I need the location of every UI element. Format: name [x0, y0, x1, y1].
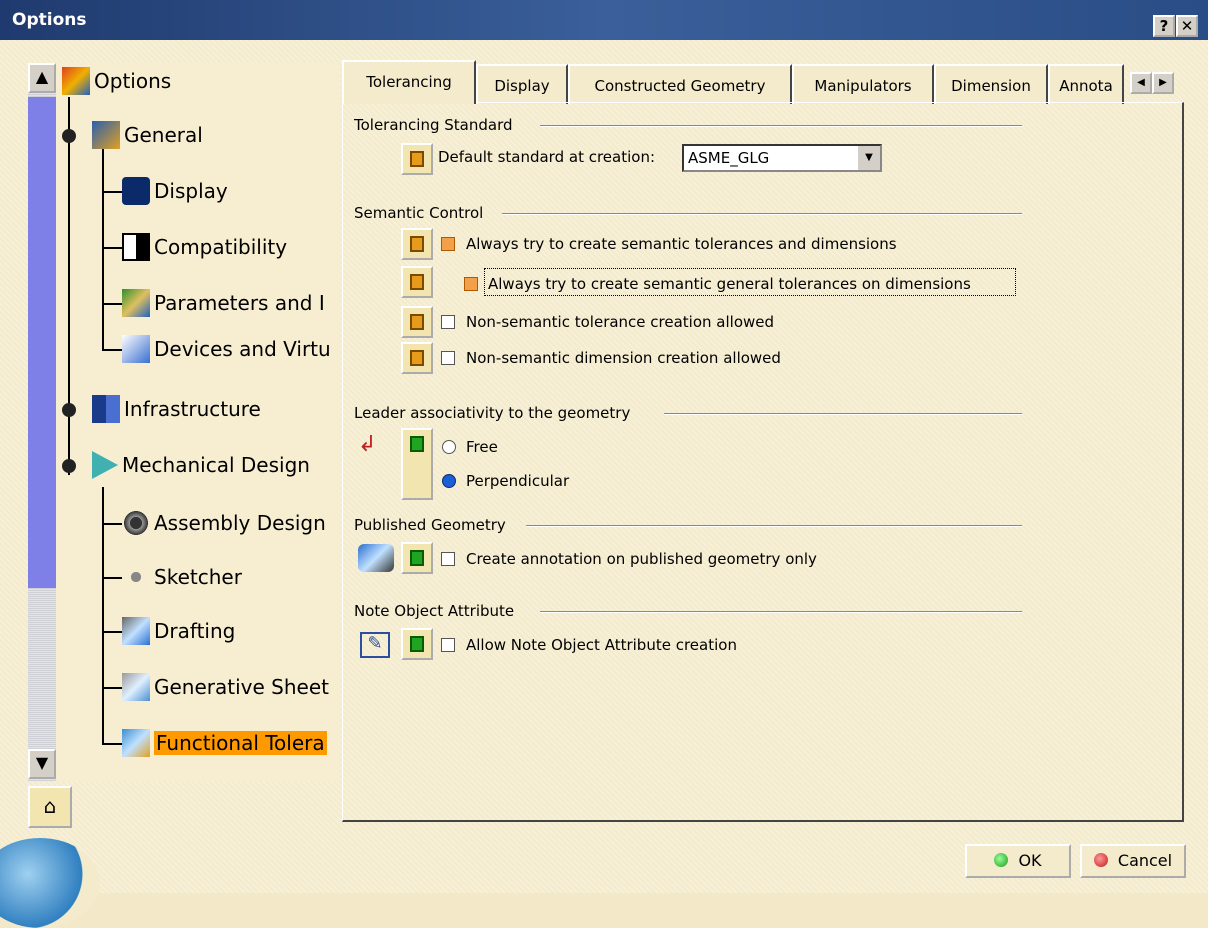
tree-scrollbar[interactable]: ▲ ▼: [28, 63, 56, 781]
lock-icon: [410, 274, 424, 290]
tab-dimension[interactable]: Dimension: [934, 64, 1048, 104]
lock-icon: [410, 236, 424, 252]
mechanical-icon: [92, 450, 118, 479]
cancel-icon: [1093, 852, 1108, 867]
devices-icon: [122, 334, 150, 363]
sheet-icon: [122, 672, 150, 701]
ok-icon: [994, 852, 1009, 867]
general-icon: [92, 120, 120, 149]
tree-item-drafting[interactable]: Drafting: [122, 613, 235, 649]
ok-button[interactable]: OK: [965, 844, 1071, 878]
tree-item-assembly-design[interactable]: Assembly Design: [122, 505, 326, 541]
home-button[interactable]: ⌂: [28, 786, 72, 828]
published-geometry-label: Create annotation on published geometry …: [466, 550, 817, 568]
help-button[interactable]: ?: [1153, 15, 1175, 37]
semantic-tolerances-label: Always try to create semantic tolerances…: [466, 235, 897, 253]
published-geometry-checkbox[interactable]: [441, 552, 455, 566]
tree-item-mechanical-design[interactable]: Mechanical Design: [92, 447, 310, 483]
perpendicular-radio[interactable]: [442, 474, 456, 488]
tree-item-generative-sheet[interactable]: Generative Sheet: [122, 669, 329, 705]
tab-scroll-right-icon[interactable]: ▶: [1152, 72, 1174, 94]
drafting-icon: [122, 616, 150, 645]
lock-default-standard-button[interactable]: [401, 143, 433, 175]
chevron-down-icon[interactable]: ▼: [856, 146, 880, 170]
unlock-icon: [410, 636, 424, 652]
scrollbar-thumb[interactable]: [28, 97, 56, 588]
tab-manipulators[interactable]: Manipulators: [792, 64, 934, 104]
note-object-title: Note Object Attribute: [354, 602, 515, 620]
scroll-down-icon[interactable]: ▼: [28, 749, 56, 779]
unlock-icon: [410, 550, 424, 566]
lock-icon: [410, 350, 424, 366]
tab-scroll-left-icon[interactable]: ◀: [1130, 72, 1152, 94]
title-bar: Options ? ✕: [0, 0, 1208, 40]
tree-item-functional-tolerancing[interactable]: Functional Tolera: [122, 725, 327, 761]
semantic-control-title: Semantic Control: [354, 204, 484, 222]
published-geometry-icon: [358, 544, 394, 572]
note-icon: ✎: [360, 632, 390, 658]
close-button[interactable]: ✕: [1176, 15, 1198, 37]
sketcher-icon: [122, 562, 150, 591]
unlock-icon: [410, 436, 424, 452]
lock-semantic-tolerances-button[interactable]: [401, 228, 433, 260]
tree-item-display[interactable]: Display: [122, 173, 228, 209]
default-standard-select[interactable]: ASME_GLG ▼: [682, 144, 882, 172]
note-object-label: Allow Note Object Attribute creation: [466, 636, 737, 654]
lock-leader-button[interactable]: [401, 428, 433, 500]
lock-icon: [410, 314, 424, 330]
home-icon: ⌂: [43, 794, 57, 818]
lock-nonsemantic-tolerance-button[interactable]: [401, 306, 433, 338]
leader-icon: ↲: [358, 432, 377, 457]
tree-item-devices[interactable]: Devices and Virtu: [122, 331, 331, 367]
nonsemantic-tolerance-label: Non-semantic tolerance creation allowed: [466, 313, 775, 331]
lock-note-button[interactable]: [401, 628, 433, 660]
assembly-icon: [122, 508, 150, 537]
general-tolerances-checkbox[interactable]: [464, 277, 478, 291]
perpendicular-label: Perpendicular: [466, 472, 570, 490]
tab-tolerancing[interactable]: Tolerancing: [342, 60, 476, 104]
infrastructure-icon: [92, 394, 120, 423]
tree-item-options[interactable]: Options: [62, 63, 171, 99]
lock-icon: [410, 151, 424, 167]
options-icon: [62, 66, 90, 95]
tree-item-compatibility[interactable]: Compatibility: [122, 229, 287, 265]
general-tolerances-label: Always try to create semantic general to…: [488, 275, 971, 293]
leader-title: Leader associativity to the geometry: [354, 404, 631, 422]
tree-item-sketcher[interactable]: Sketcher: [122, 559, 242, 595]
tree-item-general[interactable]: General: [92, 117, 203, 153]
selected-tree-label: Functional Tolera: [154, 731, 327, 755]
free-label: Free: [466, 438, 498, 456]
collapse-mechanical-icon[interactable]: [62, 459, 76, 473]
nonsemantic-tolerance-checkbox[interactable]: [441, 315, 455, 329]
lock-nonsemantic-dimension-button[interactable]: [401, 342, 433, 374]
scroll-up-icon[interactable]: ▲: [28, 63, 56, 93]
parameters-icon: [122, 288, 150, 317]
tab-constructed-geometry[interactable]: Constructed Geometry: [568, 64, 792, 104]
tree-item-infrastructure[interactable]: Infrastructure: [92, 391, 261, 427]
functional-tolerancing-icon: [122, 728, 150, 757]
note-object-checkbox[interactable]: [441, 638, 455, 652]
lock-published-button[interactable]: [401, 542, 433, 574]
nonsemantic-dimension-checkbox[interactable]: [441, 351, 455, 365]
tab-annotation[interactable]: Annota: [1048, 64, 1124, 104]
tab-display[interactable]: Display: [476, 64, 568, 104]
semantic-tolerances-checkbox[interactable]: [441, 237, 455, 251]
expand-infrastructure-icon[interactable]: [62, 403, 76, 417]
cancel-button[interactable]: Cancel: [1080, 844, 1186, 878]
default-standard-label: Default standard at creation:: [438, 148, 656, 166]
lock-general-tolerances-button[interactable]: [401, 266, 433, 298]
tolerancing-standard-title: Tolerancing Standard: [354, 116, 513, 134]
collapse-general-icon[interactable]: [62, 129, 76, 143]
window-title: Options: [12, 10, 87, 30]
display-icon: [122, 176, 150, 205]
options-tree: Options General Display Compatibility Pa…: [56, 63, 340, 781]
tree-item-parameters[interactable]: Parameters and I: [122, 285, 325, 321]
compatibility-icon: [122, 232, 150, 261]
published-geometry-title: Published Geometry: [354, 516, 506, 534]
nonsemantic-dimension-label: Non-semantic dimension creation allowed: [466, 349, 781, 367]
free-radio[interactable]: [442, 440, 456, 454]
